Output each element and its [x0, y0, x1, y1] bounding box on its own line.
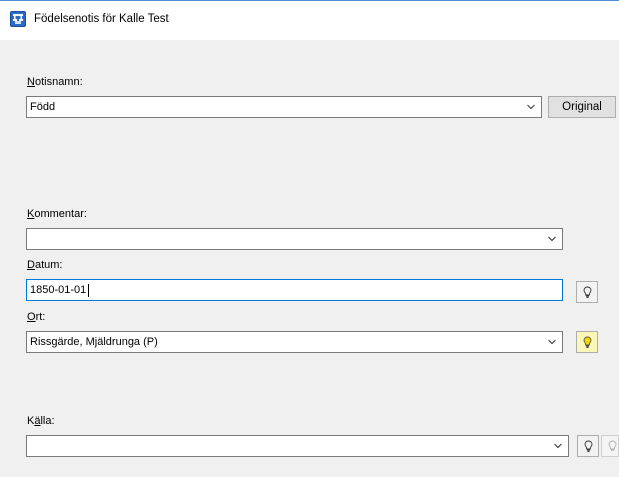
text-caret: [88, 284, 89, 297]
chevron-down-icon: [548, 339, 556, 345]
chevron-down-icon: [554, 443, 562, 449]
chevron-down-icon: [548, 236, 556, 242]
lightbulb-disabled-icon: [608, 440, 617, 451]
notisnamn-label: Notisnamn:: [27, 76, 83, 88]
kalla-combobox[interactable]: [26, 435, 569, 457]
family-tree-app-icon: [10, 11, 26, 27]
ort-value: Rissgärde, Mjäldrunga (P): [30, 336, 158, 348]
datum-value: 1850-01-01: [30, 284, 87, 296]
ort-label: Ort:: [27, 311, 46, 323]
notisnamn-combobox[interactable]: Född: [26, 96, 542, 118]
datum-input[interactable]: 1850-01-01: [26, 279, 563, 301]
lightbulb-icon: [584, 440, 593, 452]
ort-combobox[interactable]: Rissgärde, Mjäldrunga (P): [26, 331, 563, 353]
title-bar: Födelsenotis för Kalle Test: [0, 0, 619, 40]
window-title: Födelsenotis för Kalle Test: [34, 13, 169, 25]
original-button[interactable]: Original: [548, 96, 616, 118]
kommentar-label: Kommentar:: [27, 208, 87, 220]
chevron-down-icon: [527, 104, 535, 110]
lightbulb-icon: [583, 286, 592, 298]
lightbulb-lit-icon: [583, 336, 592, 348]
datum-label: Datum:: [27, 259, 63, 271]
ort-bulb-button[interactable]: [576, 331, 598, 353]
datum-bulb-button[interactable]: [576, 281, 598, 303]
kommentar-combobox[interactable]: [26, 228, 563, 250]
kalla-secondary-bulb-button[interactable]: [601, 435, 619, 457]
kalla-bulb-button[interactable]: [577, 435, 599, 457]
kalla-label: Källa:: [27, 415, 55, 427]
notisnamn-value: Född: [30, 101, 56, 113]
